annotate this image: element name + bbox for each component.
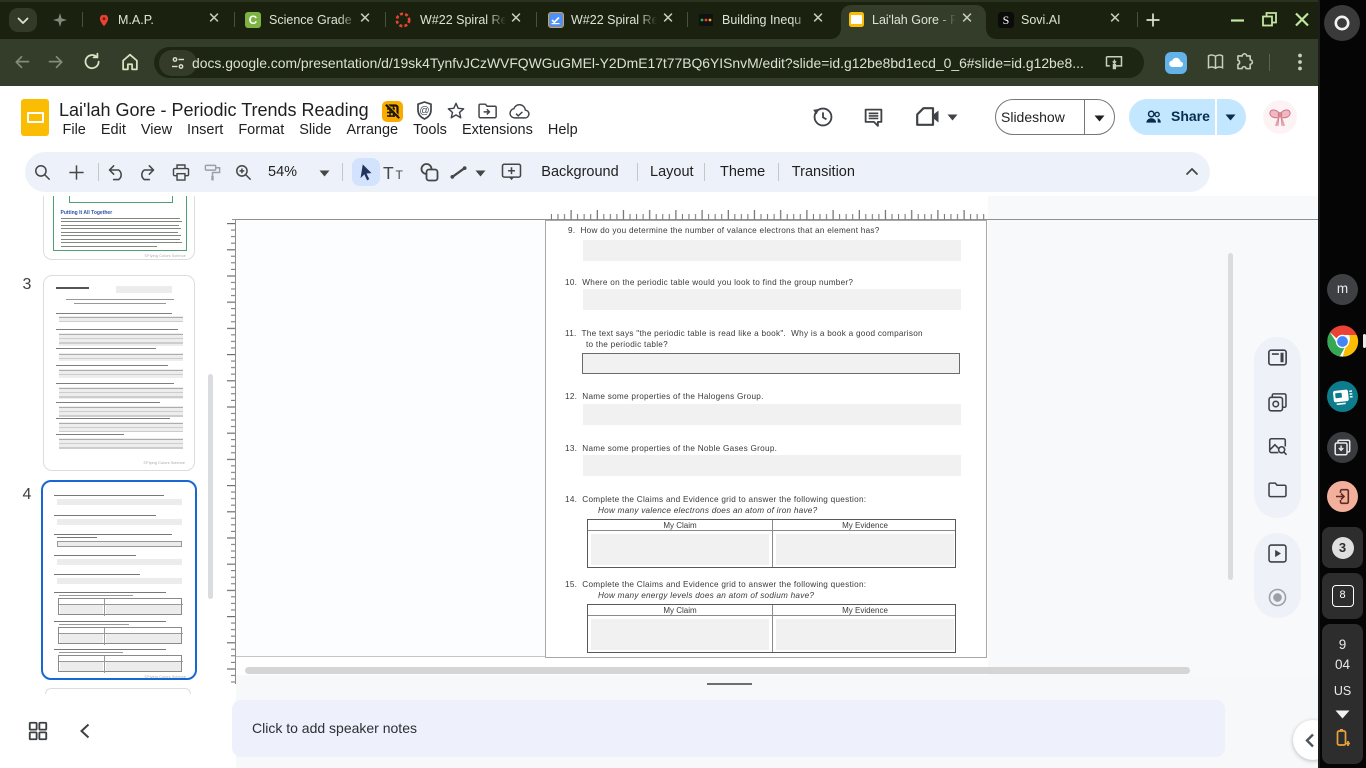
svg-text:T: T (396, 168, 404, 182)
svg-text:@: @ (419, 105, 429, 116)
svg-text:T: T (383, 164, 394, 182)
